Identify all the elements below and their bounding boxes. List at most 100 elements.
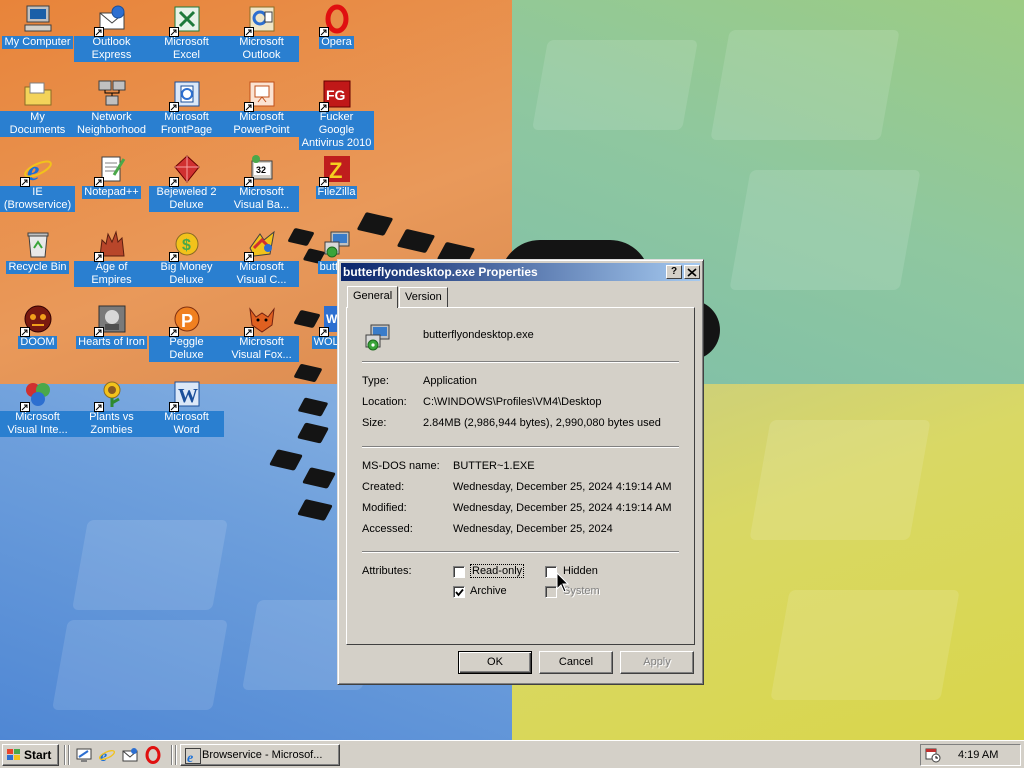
archive-label[interactable]: Archive bbox=[470, 585, 507, 597]
wallpaper-pane bbox=[770, 590, 960, 700]
wallpaper-pane bbox=[72, 520, 228, 610]
desktop-icon-label: FileZilla bbox=[315, 186, 358, 199]
wallpaper-pane bbox=[710, 30, 900, 140]
tab-version[interactable]: Version bbox=[399, 287, 448, 307]
desktop-icon-notepad[interactable]: Notepad++ bbox=[74, 153, 149, 199]
shortcut-arrow-icon bbox=[318, 327, 329, 337]
quicklaunch-opera[interactable] bbox=[144, 746, 162, 764]
start-button[interactable]: Start bbox=[2, 744, 59, 766]
shortcut-arrow-icon bbox=[168, 27, 179, 37]
desktop-icon-visual-basic[interactable]: 32 Microsoft Visual Ba... bbox=[224, 153, 299, 212]
desktop-icon-outlook[interactable]: Microsoft Outlook bbox=[224, 3, 299, 62]
desktop-icon-label: Microsoft Visual Ba... bbox=[224, 186, 299, 212]
desktop-icon-visual-foxpro[interactable]: Microsoft Visual Fox... bbox=[224, 303, 299, 362]
apply-button: Apply bbox=[620, 651, 694, 674]
desktop-icon-peggle[interactable]: P Peggle Deluxe bbox=[149, 303, 224, 362]
quicklaunch-internet-explorer[interactable]: e bbox=[98, 746, 116, 765]
shortcut-arrow-icon bbox=[168, 177, 179, 187]
desktop-icon-network[interactable]: Network Neighborhood bbox=[74, 78, 149, 137]
taskbar-separator bbox=[68, 745, 70, 765]
created-label: Created: bbox=[362, 481, 405, 493]
general-tab-panel: butterflyondesktop.exe Type: Application… bbox=[346, 307, 695, 645]
svg-text:e: e bbox=[187, 751, 193, 764]
internet-explorer-icon: e bbox=[98, 748, 116, 765]
desktop-icon-label: Microsoft Outlook bbox=[224, 36, 299, 62]
properties-dialog: butterflyondesktop.exe Properties ? Gene… bbox=[337, 259, 704, 685]
desktop-icon-computer[interactable]: My Computer bbox=[0, 3, 75, 49]
wallpaper-pane bbox=[532, 40, 698, 130]
shortcut-arrow-icon bbox=[93, 402, 104, 412]
wallpaper-pane bbox=[749, 420, 931, 540]
desktop-icon-label: Age of Empires bbox=[74, 261, 149, 287]
desktop-icon-excel[interactable]: Microsoft Excel bbox=[149, 3, 224, 62]
dialog-title-bar[interactable]: butterflyondesktop.exe Properties ? bbox=[341, 263, 700, 281]
scheduled-tasks-icon[interactable] bbox=[925, 747, 941, 763]
desktop-icon-age-of-empires[interactable]: Age of Empires bbox=[74, 228, 149, 287]
desktop-icon-label: My Computer bbox=[2, 36, 73, 49]
taskbar-separator bbox=[64, 745, 66, 765]
clock[interactable]: 4:19 AM bbox=[958, 749, 998, 761]
svg-text:32: 32 bbox=[256, 165, 266, 175]
quicklaunch-outlook-express[interactable] bbox=[121, 746, 139, 764]
desktop-icon-label: Hearts of Iron bbox=[76, 336, 147, 349]
help-button[interactable]: ? bbox=[666, 265, 682, 279]
shortcut-arrow-icon bbox=[19, 327, 30, 337]
desktop-icon-opera[interactable]: Opera bbox=[299, 3, 374, 49]
modified-label: Modified: bbox=[362, 502, 407, 514]
desktop-icon-label: Recycle Bin bbox=[6, 261, 69, 274]
desktop-icon-filezilla[interactable]: Z FileZilla bbox=[299, 153, 374, 199]
installer-icon bbox=[362, 321, 394, 353]
desktop-icon-folder[interactable]: My Documents bbox=[0, 78, 75, 137]
svg-text:FG: FG bbox=[326, 87, 346, 103]
desktop-icon-label: Microsoft Word bbox=[149, 411, 224, 437]
desktop-icon-powerpoint[interactable]: Microsoft PowerPoint bbox=[224, 78, 299, 137]
type-label: Type: bbox=[362, 375, 389, 387]
svg-text:P: P bbox=[181, 311, 193, 331]
desktop-icon-label: Microsoft Visual Inte... bbox=[0, 411, 75, 437]
taskbar-button-label: Browservice - Microsof... bbox=[202, 749, 323, 761]
archive-checkbox[interactable] bbox=[453, 586, 465, 598]
desktop-icon-visual-cpp[interactable]: Microsoft Visual C... bbox=[224, 228, 299, 287]
desktop-icon-hearts-of-iron[interactable]: Hearts of Iron bbox=[74, 303, 149, 349]
desktop-icon-doom[interactable]: DOOM bbox=[0, 303, 75, 349]
computer-icon bbox=[24, 5, 51, 32]
desktop-icon-outlook-express[interactable]: Outlook Express bbox=[74, 3, 149, 62]
system-tray: 4:19 AM bbox=[920, 744, 1021, 766]
read-only-label[interactable]: Read-only bbox=[470, 564, 525, 578]
desktop-icon-antivirus[interactable]: FG Fucker Google Antivirus 2010 bbox=[299, 78, 374, 150]
desktop-icon-label: Microsoft Visual Fox... bbox=[224, 336, 299, 362]
cancel-button[interactable]: Cancel bbox=[539, 651, 613, 674]
separator bbox=[362, 551, 679, 553]
ok-button[interactable]: OK bbox=[458, 651, 532, 674]
desktop-icon-label: Peggle Deluxe bbox=[149, 336, 224, 362]
desktop-icon-bejeweled[interactable]: Bejeweled 2 Deluxe bbox=[149, 153, 224, 212]
location-label: Location: bbox=[362, 396, 407, 408]
desktop-icon-label: My Documents bbox=[0, 111, 75, 137]
read-only-checkbox[interactable] bbox=[453, 566, 465, 578]
taskbar-button-browservice[interactable]: e Browservice - Microsof... bbox=[180, 744, 340, 766]
desktop-icon-label: Big Money Deluxe bbox=[149, 261, 224, 287]
tab-general[interactable]: General bbox=[347, 286, 399, 308]
desktop-icon-visual-interdev[interactable]: Microsoft Visual Inte... bbox=[0, 378, 75, 437]
desktop-icon-plants-vs-zombies[interactable]: Plants vs Zombies bbox=[74, 378, 149, 437]
desktop-icon-label: IE (Browservice) bbox=[0, 186, 75, 212]
wallpaper-pane bbox=[729, 170, 921, 290]
desktop-icon-word[interactable]: W Microsoft Word bbox=[149, 378, 224, 437]
quicklaunch-show-desktop[interactable] bbox=[75, 746, 93, 764]
show-desktop-icon bbox=[76, 748, 92, 762]
desktop-icon-label: Opera bbox=[319, 36, 354, 49]
desktop-icon-label: Fucker Google Antivirus 2010 bbox=[299, 111, 374, 150]
shortcut-arrow-icon bbox=[19, 177, 30, 187]
desktop-icon-label: Microsoft Visual C... bbox=[224, 261, 299, 287]
desktop-icon-internet-explorer[interactable]: e IE (Browservice) bbox=[0, 153, 75, 212]
separator bbox=[362, 446, 679, 448]
desktop-icon-recycle-bin[interactable]: Recycle Bin bbox=[0, 228, 75, 274]
desktop-icon-frontpage[interactable]: Microsoft FrontPage bbox=[149, 78, 224, 137]
desktop-icon-label: Network Neighborhood bbox=[74, 111, 149, 137]
shortcut-arrow-icon bbox=[243, 327, 254, 337]
shortcut-arrow-icon bbox=[318, 27, 329, 37]
desktop-icon-big-money[interactable]: $ Big Money Deluxe bbox=[149, 228, 224, 287]
read-only-label-text: Read-only bbox=[470, 564, 525, 578]
close-button[interactable] bbox=[684, 265, 700, 279]
separator bbox=[362, 361, 679, 363]
